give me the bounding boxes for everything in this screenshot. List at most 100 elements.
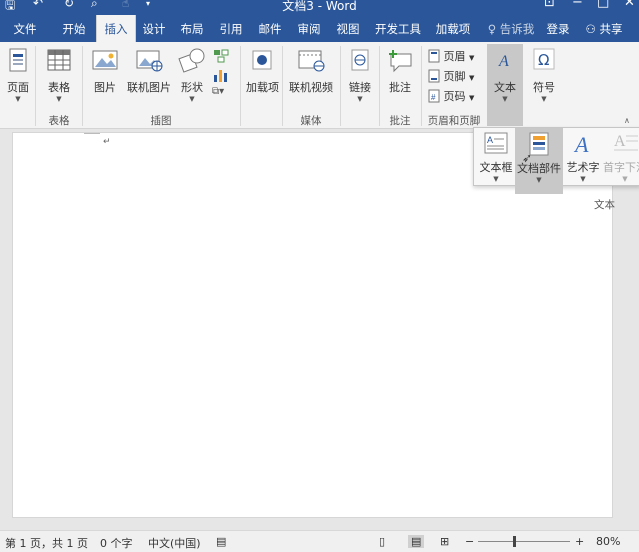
share-label: 共享 <box>599 22 623 36</box>
footer-label: 页脚 <box>443 70 466 83</box>
wordart-button[interactable]: A 艺术字 ▼ <box>564 130 602 192</box>
shapes-icon <box>178 48 205 73</box>
tell-me-box[interactable]: ♀ 告诉我 <box>482 15 540 42</box>
chevron-down-icon: ▼ <box>622 175 628 183</box>
tab-insert[interactable]: 插入 <box>96 15 136 42</box>
zoom-slider-track[interactable] <box>478 541 570 542</box>
links-label: 链接 <box>349 81 371 94</box>
chevron-down-icon: ▼ <box>357 95 363 103</box>
text-box-label: 文本框 <box>479 161 513 174</box>
svg-text:A: A <box>487 135 493 145</box>
web-layout-icon[interactable]: ⊞ <box>440 535 449 548</box>
chevron-down-icon: ▼ <box>189 95 195 103</box>
zoom-level[interactable]: 80% <box>596 535 620 548</box>
tab-file[interactable]: 文件 <box>4 15 46 42</box>
language[interactable]: 中文(中国) <box>148 535 201 551</box>
smartart-icon[interactable] <box>212 48 230 67</box>
tab-mailings[interactable]: 邮件 <box>253 15 287 42</box>
chevron-down-icon: ▼ <box>469 94 475 102</box>
text-button[interactable]: A 文本 ▼ <box>487 44 523 126</box>
tab-references[interactable]: 引用 <box>214 15 248 42</box>
group-divider <box>240 46 241 126</box>
tab-developer[interactable]: 开发工具 <box>370 15 426 42</box>
online-pictures-button[interactable]: 联机图片 <box>124 46 174 95</box>
close-icon[interactable]: ✕ <box>624 0 635 10</box>
group-divider <box>282 46 283 126</box>
tab-home[interactable]: 开始 <box>56 15 92 42</box>
symbols-label: 符号 <box>533 81 555 94</box>
svg-text:#: # <box>431 93 436 102</box>
group-divider <box>379 46 380 126</box>
svg-text:A: A <box>498 53 509 70</box>
addins-button[interactable]: 加载项 <box>246 46 279 95</box>
share-button[interactable]: ⚇ 共享 <box>579 15 629 42</box>
tab-design[interactable]: 设计 <box>138 15 170 42</box>
minimize-icon[interactable]: − <box>572 0 583 10</box>
group-label-header-footer: 页眉和页脚 <box>427 115 481 127</box>
online-picture-icon <box>136 50 163 72</box>
svg-text:A: A <box>614 133 626 150</box>
zoom-slider-thumb[interactable] <box>512 536 516 547</box>
group-divider <box>421 46 422 126</box>
symbols-button[interactable]: Ω 符号 ▼ <box>528 46 560 103</box>
group-label-illustrations: 插图 <box>150 115 172 127</box>
zoom-out-button[interactable]: − <box>465 535 474 548</box>
text-icon: A <box>498 53 509 70</box>
collapse-ribbon-icon[interactable]: ∧ <box>624 116 630 125</box>
screenshot-icon[interactable]: ⧉▾ <box>212 86 224 97</box>
chart-icon[interactable] <box>212 67 230 86</box>
online-video-button[interactable]: 联机视频 <box>286 46 336 95</box>
sign-in-link[interactable]: 登录 <box>543 15 573 42</box>
maximize-icon[interactable]: □ <box>597 0 609 10</box>
footer-button[interactable]: 页脚 ▼ <box>428 68 474 86</box>
table-button[interactable]: 表格 ▼ <box>41 46 77 103</box>
word-count[interactable]: 0 个字 <box>100 535 133 551</box>
group-divider <box>82 46 83 126</box>
person-icon: ⚇ <box>585 22 596 36</box>
zoom-in-button[interactable]: + <box>575 535 584 548</box>
shapes-button[interactable]: 形状 ▼ <box>176 46 208 103</box>
page-count[interactable]: 第 1 页，共 1 页 <box>5 535 88 551</box>
header-button[interactable]: 页眉 ▼ <box>428 48 474 66</box>
pictures-button[interactable]: 图片 <box>88 46 122 95</box>
svg-text:Ω: Ω <box>538 51 549 69</box>
pages-button[interactable]: 页面 ▼ <box>4 46 32 103</box>
ribbon-tab-bar: 文件 开始 插入 设计 布局 引用 邮件 审阅 视图 开发工具 加载项 ♀ 告诉… <box>0 15 639 42</box>
chevron-down-icon: ▼ <box>469 54 475 62</box>
tab-review[interactable]: 审阅 <box>292 15 326 42</box>
comment-button[interactable]: 批注 <box>383 46 417 95</box>
comment-label: 批注 <box>389 81 411 94</box>
chevron-down-icon: ▼ <box>493 175 499 183</box>
text-box-icon: A <box>484 132 508 154</box>
print-layout-icon[interactable]: ▤ <box>408 535 425 548</box>
macro-record-icon[interactable]: ▤ <box>216 535 226 548</box>
chevron-down-icon: ▼ <box>580 175 586 183</box>
link-icon <box>351 49 369 71</box>
chevron-down-icon: ▼ <box>502 95 508 103</box>
shapes-label: 形状 <box>181 81 203 94</box>
drop-cap-button[interactable]: A 首字下沉 ▼ <box>602 130 639 192</box>
status-bar: 第 1 页，共 1 页 0 个字 中文(中国) ▤ ▯ ▤ ⊞ − + 80% <box>0 530 639 552</box>
footer-icon <box>428 69 440 86</box>
online-pictures-label: 联机图片 <box>127 81 171 94</box>
tab-addins[interactable]: 加载项 <box>431 15 475 42</box>
header-icon <box>428 49 440 66</box>
chevron-down-icon: ▼ <box>536 176 542 184</box>
page-icon <box>9 48 27 72</box>
chevron-down-icon: ▼ <box>469 74 475 82</box>
text-box-button[interactable]: A 文本框 ▼ <box>477 130 515 192</box>
read-mode-icon[interactable]: ▯ <box>379 535 385 548</box>
tab-view[interactable]: 视图 <box>331 15 365 42</box>
addins-label: 加载项 <box>246 81 279 94</box>
text-label: 文本 <box>494 81 516 94</box>
page-number-button[interactable]: # 页码 ▼ <box>428 88 474 106</box>
tab-layout[interactable]: 布局 <box>175 15 209 42</box>
group-label-text: 文本 <box>594 199 615 211</box>
group-divider <box>35 46 36 126</box>
ribbon-display-options-icon[interactable]: ⊡ <box>544 0 555 10</box>
page-number-icon: # <box>428 89 440 106</box>
video-icon <box>298 50 325 72</box>
tell-me-label: 告诉我 <box>499 22 535 36</box>
links-button[interactable]: 链接 ▼ <box>344 46 376 103</box>
lightbulb-icon: ♀ <box>487 22 497 36</box>
